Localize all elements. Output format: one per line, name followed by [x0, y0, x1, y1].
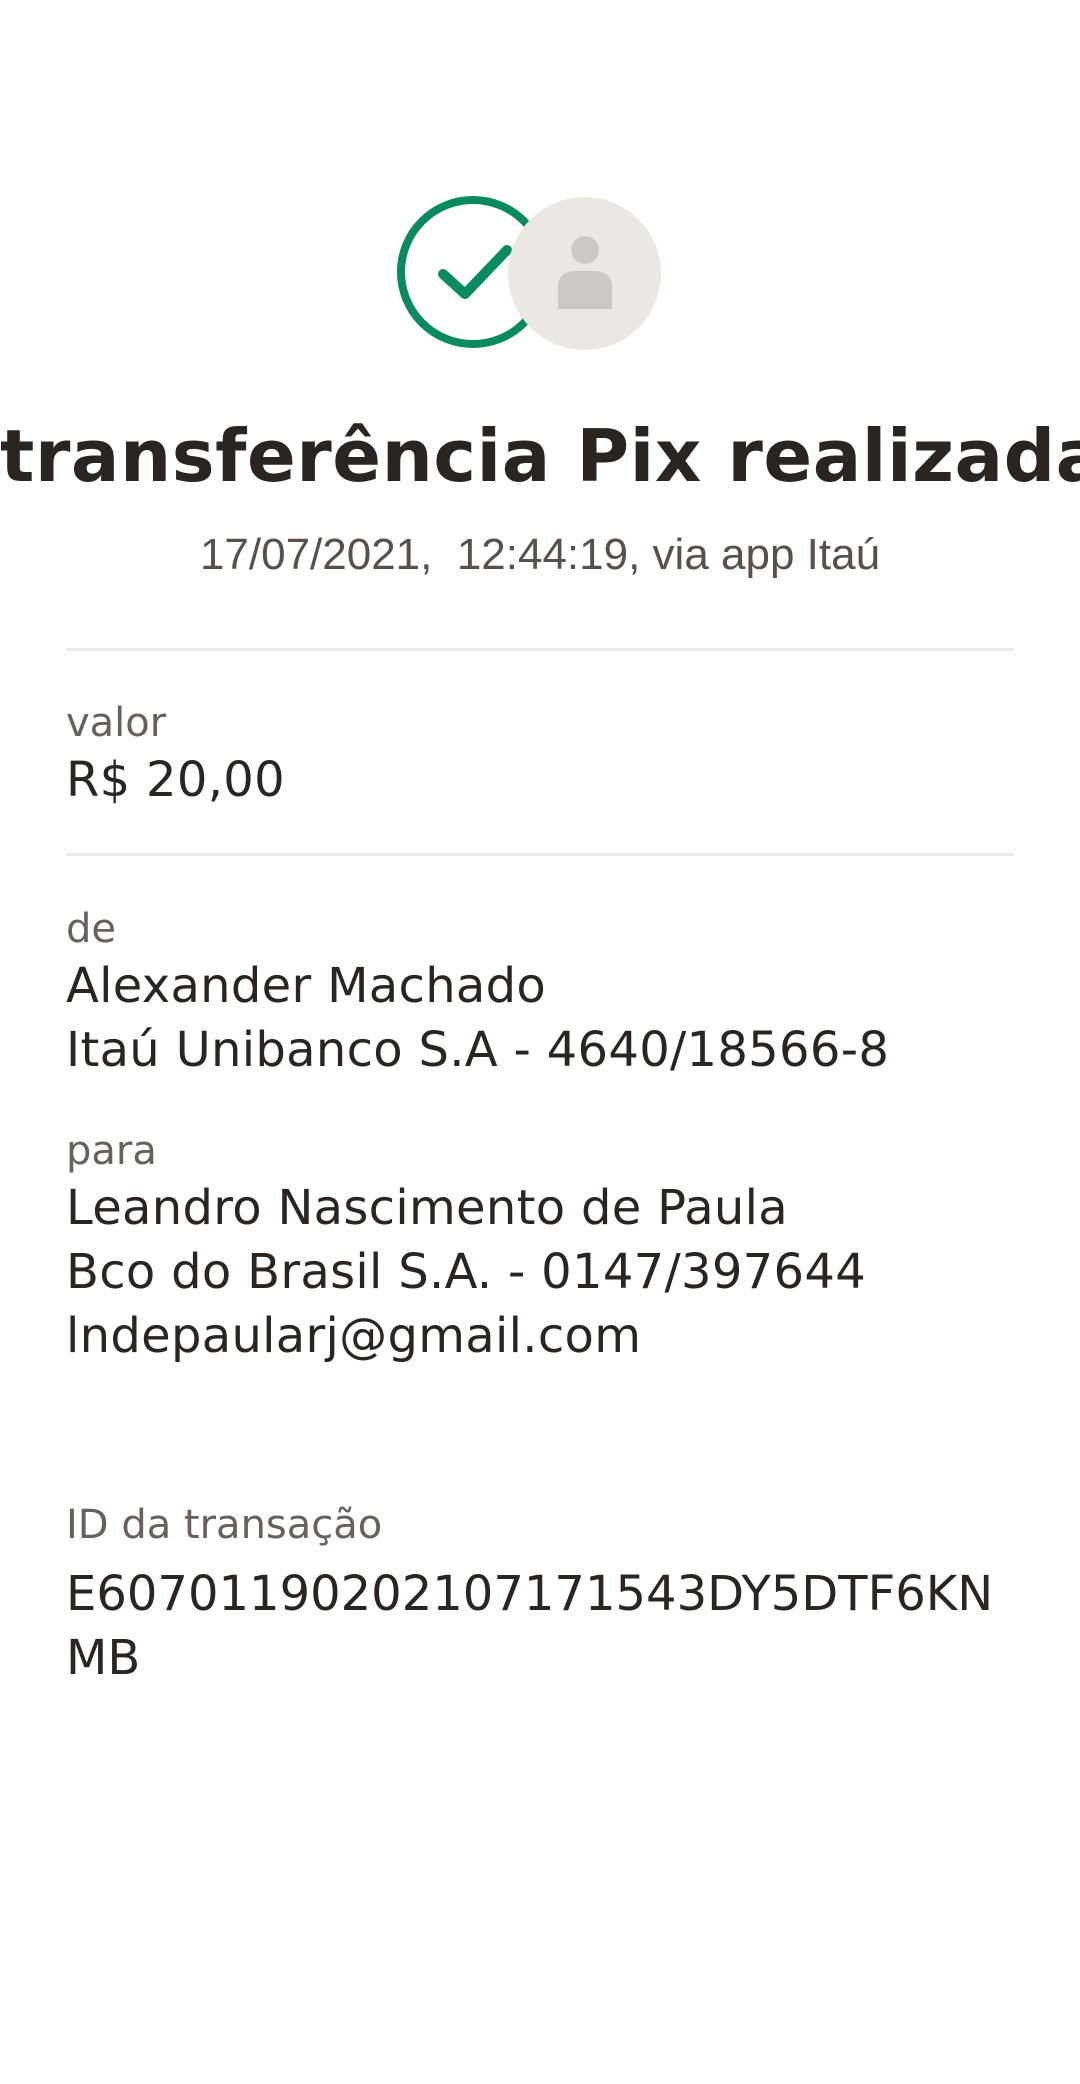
recipient-account: Bco do Brasil S.A. - 0147/397644: [66, 1244, 867, 1300]
amount-value: R$ 20,00: [66, 752, 285, 808]
sender-account: Itaú Unibanco S.A - 4640/18566-8: [66, 1022, 890, 1078]
recipient-pix-key: lndepaularj@gmail.com: [66, 1308, 642, 1364]
transaction-id-value: E60701190202107171543DY5DTF6KNMB: [66, 1566, 994, 1686]
divider: [66, 853, 1014, 856]
amount-label: valor: [66, 700, 167, 746]
sender-label: de: [66, 906, 116, 952]
recipient-label: para: [66, 1128, 157, 1174]
person-avatar-icon: [508, 197, 661, 350]
transaction-id-label: ID da transação: [66, 1502, 383, 1548]
recipient-name: Leandro Nascimento de Paula: [66, 1180, 788, 1236]
sender-name: Alexander Machado: [66, 958, 547, 1014]
status-header-icons: [0, 196, 1080, 356]
transfer-datetime: 17/07/2021, 12:44:19, via app Itaú: [199, 530, 881, 579]
divider: [66, 648, 1014, 651]
page-title: transferência Pix realizada: [0, 414, 1080, 498]
